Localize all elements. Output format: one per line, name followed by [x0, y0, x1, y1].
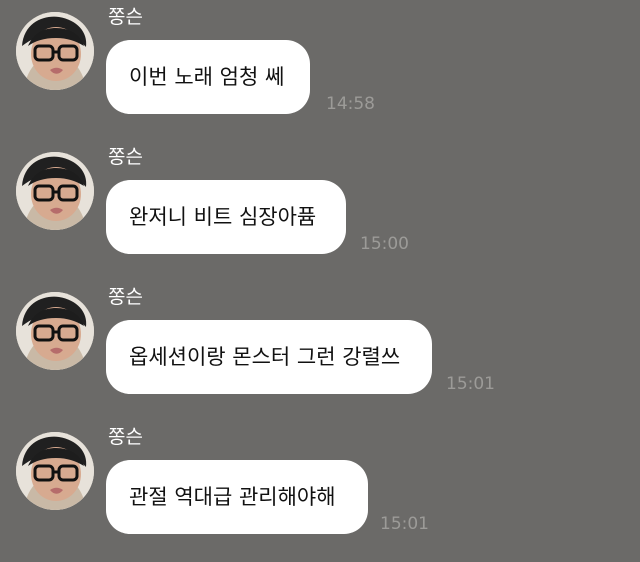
- message-row: 쫑슨 관절 역대급 관리해야해 15:01: [0, 420, 640, 560]
- message-time: 15:01: [446, 374, 495, 394]
- message-bubble[interactable]: 관절 역대급 관리해야해: [106, 460, 368, 534]
- avatar-image: [16, 152, 94, 230]
- avatar[interactable]: [16, 292, 94, 370]
- sender-name: 쫑슨: [108, 6, 143, 28]
- message-bubble[interactable]: 옵세션이랑 몬스터 그런 강렬쓰: [106, 320, 432, 394]
- sender-name: 쫑슨: [108, 286, 143, 308]
- avatar[interactable]: [16, 152, 94, 230]
- message-time: 15:00: [360, 234, 409, 254]
- avatar-image: [16, 292, 94, 370]
- message-time: 14:58: [326, 94, 375, 114]
- message-bubble[interactable]: 완저니 비트 심장아퓸: [106, 180, 346, 254]
- avatar-image: [16, 12, 94, 90]
- avatar[interactable]: [16, 432, 94, 510]
- message-time: 15:01: [380, 514, 429, 534]
- avatar-image: [16, 432, 94, 510]
- sender-name: 쫑슨: [108, 146, 143, 168]
- avatar[interactable]: [16, 12, 94, 90]
- sender-name: 쫑슨: [108, 426, 143, 448]
- chat-thread[interactable]: 쫑슨 이번 노래 엄청 쎄 14:58 쫑슨 완저니 비트 심장아퓸 15:00: [0, 0, 640, 562]
- message-row: 쫑슨 완저니 비트 심장아퓸 15:00: [0, 140, 640, 280]
- message-bubble[interactable]: 이번 노래 엄청 쎄: [106, 40, 310, 114]
- message-row: 쫑슨 옵세션이랑 몬스터 그런 강렬쓰 15:01: [0, 280, 640, 420]
- message-row: 쫑슨 이번 노래 엄청 쎄 14:58: [0, 0, 640, 140]
